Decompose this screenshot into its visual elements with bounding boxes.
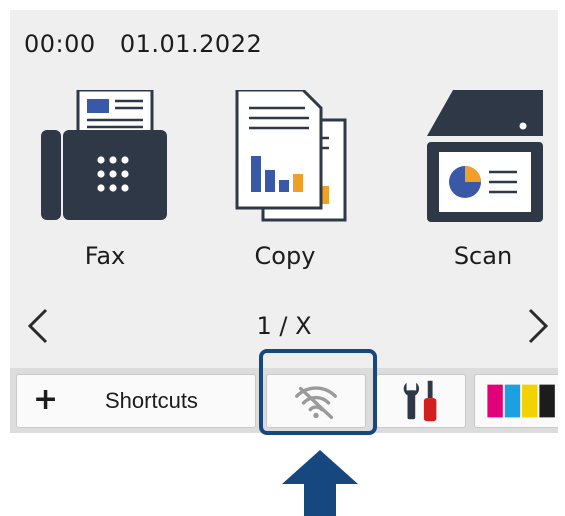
- ink-cartridges-icon: [487, 384, 555, 418]
- highlight-frame: [259, 349, 377, 435]
- ink-status-button[interactable]: [474, 374, 558, 428]
- chevron-right-icon[interactable]: [522, 306, 552, 346]
- clock-date: 01.01.2022: [119, 30, 263, 58]
- settings-button[interactable]: [376, 374, 466, 428]
- scan-icon: [427, 90, 543, 222]
- scan-label: Scan: [453, 242, 513, 270]
- copy-label: Copy: [254, 242, 316, 270]
- arrow-up-icon: [282, 450, 358, 516]
- clock-time: 00:00: [24, 30, 96, 58]
- tools-icon: [403, 380, 437, 422]
- page-navigator: 1 / X: [10, 306, 558, 346]
- shortcuts-button[interactable]: + Shortcuts: [16, 374, 256, 428]
- page-indicator: 1 / X: [256, 312, 312, 340]
- fax-label: Fax: [84, 242, 126, 270]
- fax-icon: [41, 90, 167, 220]
- scan-app-button[interactable]: Scan: [403, 90, 558, 290]
- status-bar: 00:00 01.01.2022: [24, 30, 262, 58]
- copy-icon: [235, 90, 347, 222]
- plus-icon: +: [33, 382, 59, 417]
- fax-app-button[interactable]: Fax: [25, 90, 185, 290]
- shortcuts-label: Shortcuts: [105, 388, 198, 413]
- copy-app-button[interactable]: Copy: [205, 90, 365, 290]
